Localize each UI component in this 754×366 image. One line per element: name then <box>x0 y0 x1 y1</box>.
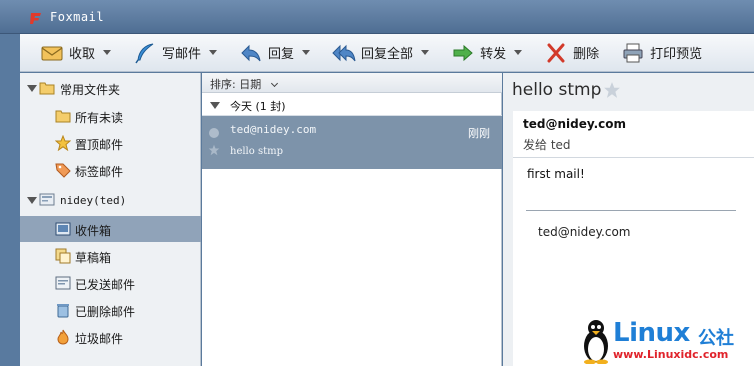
reply-label: 回复 <box>268 47 295 62</box>
linuxidc-watermark: Linux 公社 www.Linuxidc.com <box>575 318 754 366</box>
chevron-down-icon[interactable] <box>421 50 430 55</box>
expand-triangle-icon[interactable] <box>27 85 37 92</box>
account-icon <box>39 193 55 206</box>
tux-penguin-icon <box>584 320 608 364</box>
folder-icon <box>55 110 71 123</box>
sidebar-item-all-unread[interactable]: 所有未读 <box>20 103 201 129</box>
date-group-label: 今天 (1 封) <box>230 100 286 113</box>
feather-pen-icon <box>135 43 154 63</box>
sent-icon <box>55 276 71 290</box>
date-group-header[interactable]: 今天 (1 封) <box>202 94 502 116</box>
divider <box>513 157 754 158</box>
reply-all-button[interactable]: 回复全部 <box>328 38 433 68</box>
reader-header: hello stmp <box>503 73 754 111</box>
unread-dot-icon[interactable] <box>209 128 219 138</box>
receive-label: 收取 <box>69 47 96 62</box>
main-toolbar: 收取 写邮件 回复 回复全部 转发 删除 打印预览 <box>20 34 754 72</box>
chevron-down-icon[interactable] <box>514 50 523 55</box>
window-title: Foxmail <box>50 10 105 24</box>
foxmail-logo-icon <box>30 13 41 24</box>
sidebar-item-deleted[interactable]: 已删除邮件 <box>20 297 201 323</box>
chevron-down-icon[interactable] <box>209 50 218 55</box>
sidebar-item-label: 垃圾邮件 <box>75 332 124 346</box>
sidebar-item-label: 草稿箱 <box>75 251 112 265</box>
favorites-group-header[interactable]: 常用文件夹 <box>20 75 201 101</box>
sort-label: 排序: 日期 <box>210 78 262 91</box>
sidebar-item-label: 所有未读 <box>75 111 124 125</box>
reader-subject: hello stmp <box>512 80 602 100</box>
watermark-word: Linux <box>613 318 690 348</box>
print-preview-label: 打印预览 <box>650 47 703 62</box>
forward-arrow-icon <box>453 44 473 61</box>
print-preview-button[interactable]: 打印预览 <box>617 38 706 68</box>
compose-button[interactable]: 写邮件 <box>129 38 221 68</box>
sidebar-item-junk[interactable]: 垃圾邮件 <box>20 324 201 350</box>
mail-subject: hello stmp <box>230 146 283 157</box>
sidebar-item-drafts[interactable]: 草稿箱 <box>20 243 201 269</box>
delete-x-icon <box>547 43 565 62</box>
account-group-header[interactable]: nidey(ted) <box>20 187 201 213</box>
forward-label: 转发 <box>480 47 507 62</box>
sidebar-item-label: 置顶邮件 <box>75 138 124 152</box>
sidebar-item-sent[interactable]: 已发送邮件 <box>20 270 201 296</box>
folder-sidebar: 常用文件夹 所有未读 置顶邮件 标签邮件 nidey(ted) 收件箱 草稿箱 … <box>20 73 201 366</box>
star-icon[interactable] <box>208 144 220 156</box>
sidebar-item-label: 已删除邮件 <box>75 305 136 319</box>
sidebar-item-pinned[interactable]: 置顶邮件 <box>20 130 201 156</box>
window-titlebar: Foxmail <box>0 0 754 34</box>
fire-icon <box>57 329 69 345</box>
star-icon[interactable] <box>603 81 621 99</box>
account-label: nidey(ted) <box>60 194 127 207</box>
watermark-cn: 公社 <box>698 328 734 349</box>
mail-sender: ted@nidey.com <box>230 123 317 136</box>
sidebar-item-label: 收件箱 <box>75 224 112 238</box>
receive-button[interactable]: 收取 <box>36 38 115 68</box>
compose-label: 写邮件 <box>162 47 202 62</box>
inbox-icon <box>55 222 71 236</box>
drafts-icon <box>55 248 71 264</box>
folder-icon <box>39 82 55 95</box>
mail-time: 刚刚 <box>468 127 490 140</box>
reader-to: 发给 ted <box>523 138 571 152</box>
sort-bar[interactable]: 排序: 日期 <box>202 73 502 93</box>
reply-all-label: 回复全部 <box>361 47 414 62</box>
sidebar-item-tagged[interactable]: 标签邮件 <box>20 157 201 183</box>
sidebar-item-inbox[interactable]: 收件箱 <box>20 216 201 242</box>
envelope-icon <box>41 46 63 60</box>
chevron-down-icon[interactable] <box>302 50 311 55</box>
message-list: 排序: 日期 今天 (1 封) ted@nidey.com 刚刚 hello s… <box>202 73 502 366</box>
signature-divider <box>526 210 736 211</box>
trash-icon <box>57 304 69 318</box>
printer-icon <box>623 43 643 62</box>
sidebar-item-label: 已发送邮件 <box>75 278 136 292</box>
expand-triangle-icon[interactable] <box>210 102 220 109</box>
list-item[interactable]: ted@nidey.com 刚刚 hello stmp <box>202 116 502 169</box>
star-icon <box>55 135 71 151</box>
chevron-down-icon[interactable] <box>103 50 112 55</box>
reader-from[interactable]: ted@nidey.com <box>523 117 626 131</box>
expand-triangle-icon[interactable] <box>27 197 37 204</box>
tag-icon <box>55 163 71 178</box>
chevron-down-icon[interactable] <box>270 79 279 88</box>
favorites-group-label: 常用文件夹 <box>60 83 121 97</box>
watermark-url: www.Linuxidc.com <box>613 348 729 361</box>
delete-button[interactable]: 删除 <box>540 38 603 68</box>
delete-label: 删除 <box>573 47 600 62</box>
reader-signature: ted@nidey.com <box>538 225 631 239</box>
sidebar-item-label: 标签邮件 <box>75 165 124 179</box>
reply-button[interactable]: 回复 <box>235 38 314 68</box>
reply-arrow-icon <box>241 44 261 61</box>
forward-button[interactable]: 转发 <box>447 38 526 68</box>
window-left-edge <box>0 34 20 366</box>
reply-all-arrow-icon <box>332 44 356 61</box>
reader-body-text: first mail! <box>527 167 585 181</box>
